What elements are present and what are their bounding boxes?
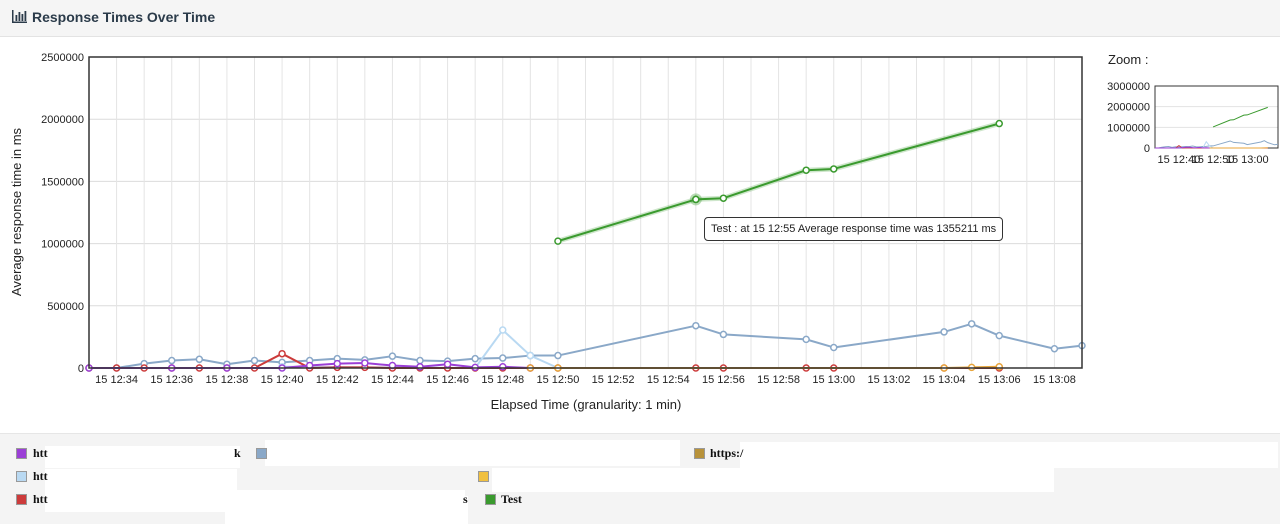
data-point[interactable] [831,344,837,350]
chart-tooltip: Test : at 15 12:55 Average response time… [704,217,1003,241]
legend-label[interactable]: https:/ [710,446,743,461]
x-tick-label: 15 13:04 [923,374,966,386]
x-tick-label: 15 12:36 [150,374,193,386]
data-point[interactable] [555,238,561,244]
data-point[interactable] [996,364,1002,370]
legend-label[interactable]: Test [501,492,522,507]
zoom-y-tick-label: 1000000 [1107,122,1150,134]
legend-swatch[interactable] [16,471,27,482]
redaction-mask [225,496,468,524]
zoom-x-tick-label: 15 13:00 [1226,154,1269,166]
data-point[interactable] [720,195,726,201]
zoom-frame [1155,86,1278,148]
y-tick-label: 2500000 [41,52,84,64]
legend-label[interactable]: htt [33,469,48,484]
data-point[interactable] [334,361,340,367]
response-times-chart[interactable]: 0 500000 1000000 1500000 2000000 2500000 15 1… [0,0,1280,433]
zoom-y-tick-label: 2000000 [1107,102,1150,114]
data-point[interactable] [527,353,533,359]
data-point[interactable] [445,361,451,367]
y-tick-label: 1000000 [41,239,84,251]
data-point[interactable] [996,121,1002,127]
redaction-mask [740,442,1278,468]
x-tick-label: 15 12:40 [261,374,304,386]
redaction-mask [45,469,237,491]
legend-label[interactable]: htt [33,446,48,461]
x-tick-label: 15 13:00 [812,374,855,386]
data-point[interactable] [803,336,809,342]
data-point[interactable] [252,358,258,364]
y-tick-label: 500000 [47,301,84,313]
data-point[interactable] [417,358,423,364]
x-tick-label: 15 12:52 [592,374,635,386]
x-tick-label: 15 12:34 [95,374,138,386]
data-point[interactable] [969,321,975,327]
data-point[interactable] [362,360,368,366]
x-tick-label: 15 12:56 [702,374,745,386]
y-axis-ticks: 0 500000 1000000 1500000 2000000 2500000 [41,52,84,375]
data-point[interactable] [555,353,561,359]
legend-swatch[interactable] [16,494,27,505]
data-point[interactable] [196,356,202,362]
legend-label[interactable]: htt [33,492,48,507]
hover-point[interactable] [693,196,699,202]
chart-grid [89,57,1082,368]
legend-label[interactable]: s [463,492,468,507]
zoom-overview[interactable]: 300000020000001000000015 12:4015 12:5015… [1107,81,1278,166]
legend-swatch[interactable] [16,448,27,459]
redaction-mask [45,446,240,468]
x-tick-label: 15 13:02 [868,374,911,386]
zoom-y-tick-label: 0 [1144,143,1150,155]
x-axis-ticks: 15 12:34 15 12:36 15 12:38 15 12:40 15 12:42… [95,374,1076,386]
data-point[interactable] [996,333,1002,339]
data-point[interactable] [693,323,699,329]
x-tick-label: 15 12:44 [371,374,414,386]
data-point[interactable] [279,351,285,357]
x-tick-label: 15 13:06 [978,374,1021,386]
x-axis-label: Elapsed Time (granularity: 1 min) [491,397,682,412]
zoom-y-tick-label: 3000000 [1107,81,1150,93]
x-tick-label: 15 12:50 [537,374,580,386]
legend: htt k https:/ htt htt s Test [0,433,1280,524]
data-point[interactable] [472,356,478,362]
data-point[interactable] [1051,346,1057,352]
zoom-series-line [1155,141,1278,148]
x-tick-label: 15 12:42 [316,374,359,386]
y-tick-label: 2000000 [41,114,84,126]
data-point[interactable] [500,355,506,361]
x-tick-label: 15 12:54 [647,374,690,386]
x-tick-label: 15 12:38 [206,374,249,386]
legend-swatch[interactable] [478,471,489,482]
data-point[interactable] [389,353,395,359]
data-point[interactable] [831,166,837,172]
data-point[interactable] [500,364,506,370]
data-point[interactable] [720,331,726,337]
legend-swatch[interactable] [256,448,267,459]
data-point[interactable] [417,364,423,370]
legend-swatch[interactable] [694,448,705,459]
data-point[interactable] [803,167,809,173]
legend-label[interactable]: k [234,446,241,461]
redaction-mask [492,468,1054,492]
y-axis-label: Average response time in ms [9,127,24,296]
redaction-mask [265,440,680,466]
x-tick-label: 15 13:08 [1033,374,1076,386]
x-tick-label: 15 12:48 [481,374,524,386]
y-tick-label: 0 [78,363,84,375]
zoom-series-line [1213,107,1268,127]
y-tick-label: 1500000 [41,176,84,188]
data-point[interactable] [500,327,506,333]
x-tick-label: 15 12:58 [757,374,800,386]
data-point[interactable] [941,329,947,335]
data-point[interactable] [169,358,175,364]
x-tick-label: 15 12:46 [426,374,469,386]
legend-swatch[interactable] [485,494,496,505]
zoom-title: Zoom : [1108,52,1148,67]
